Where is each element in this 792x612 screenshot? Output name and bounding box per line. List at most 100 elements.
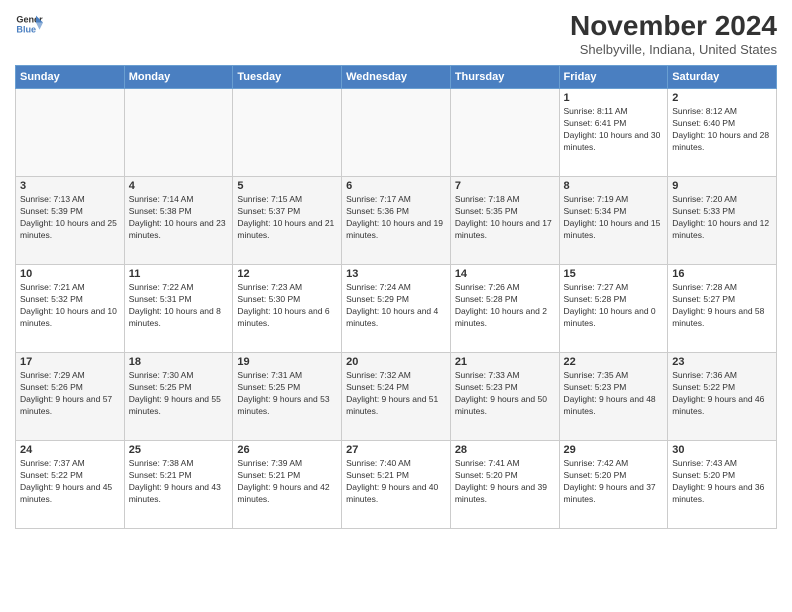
day-cell: 29 Sunrise: 7:42 AMSunset: 5:20 PMDayligh… <box>559 441 668 529</box>
col-header-sunday: Sunday <box>16 66 125 89</box>
day-number: 16 <box>672 268 772 280</box>
day-number: 24 <box>20 444 120 456</box>
day-cell: 10 Sunrise: 7:21 AMSunset: 5:32 PMDayligh… <box>16 265 125 353</box>
month-title: November 2024 <box>570 10 777 42</box>
day-cell: 2 Sunrise: 8:12 AMSunset: 6:40 PMDaylight… <box>668 89 777 177</box>
day-info: Sunrise: 7:19 AMSunset: 5:34 PMDaylight:… <box>564 194 664 242</box>
day-number: 8 <box>564 180 664 192</box>
day-info: Sunrise: 7:31 AMSunset: 5:25 PMDaylight:… <box>237 370 337 418</box>
day-cell: 19 Sunrise: 7:31 AMSunset: 5:25 PMDayligh… <box>233 353 342 441</box>
day-number: 5 <box>237 180 337 192</box>
calendar: SundayMondayTuesdayWednesdayThursdayFrid… <box>15 65 777 529</box>
day-number: 12 <box>237 268 337 280</box>
week-row-3: 10 Sunrise: 7:21 AMSunset: 5:32 PMDayligh… <box>16 265 777 353</box>
day-number: 7 <box>455 180 555 192</box>
day-cell: 24 Sunrise: 7:37 AMSunset: 5:22 PMDayligh… <box>16 441 125 529</box>
logo: General Blue <box>15 10 43 38</box>
day-number: 15 <box>564 268 664 280</box>
day-cell: 5 Sunrise: 7:15 AMSunset: 5:37 PMDaylight… <box>233 177 342 265</box>
day-cell: 16Sunrise: 7:28 AMSunset: 5:27 PMDayligh… <box>668 265 777 353</box>
svg-text:Blue: Blue <box>16 24 36 34</box>
day-number: 18 <box>129 356 229 368</box>
day-number: 17 <box>20 356 120 368</box>
day-cell: 17 Sunrise: 7:29 AMSunset: 5:26 PMDayligh… <box>16 353 125 441</box>
col-header-monday: Monday <box>124 66 233 89</box>
day-info: Sunrise: 7:30 AMSunset: 5:25 PMDaylight:… <box>129 370 229 418</box>
day-cell: 26Sunrise: 7:39 AMSunset: 5:21 PMDayligh… <box>233 441 342 529</box>
day-number: 14 <box>455 268 555 280</box>
day-cell: 7 Sunrise: 7:18 AMSunset: 5:35 PMDaylight… <box>450 177 559 265</box>
day-cell: 14 Sunrise: 7:26 AMSunset: 5:28 PMDayligh… <box>450 265 559 353</box>
day-info: Sunrise: 7:40 AMSunset: 5:21 PMDaylight:… <box>346 458 446 506</box>
day-info: Sunrise: 7:36 AMSunset: 5:22 PMDaylight:… <box>672 370 772 418</box>
day-info: Sunrise: 8:11 AMSunset: 6:41 PMDaylight:… <box>564 106 664 154</box>
day-number: 25 <box>129 444 229 456</box>
day-info: Sunrise: 7:35 AMSunset: 5:23 PMDaylight:… <box>564 370 664 418</box>
day-cell: 18 Sunrise: 7:30 AMSunset: 5:25 PMDayligh… <box>124 353 233 441</box>
week-row-4: 17 Sunrise: 7:29 AMSunset: 5:26 PMDayligh… <box>16 353 777 441</box>
title-section: November 2024 Shelbyville, Indiana, Unit… <box>570 10 777 57</box>
day-cell: 22 Sunrise: 7:35 AMSunset: 5:23 PMDayligh… <box>559 353 668 441</box>
day-number: 26 <box>237 444 337 456</box>
day-cell: 23 Sunrise: 7:36 AMSunset: 5:22 PMDayligh… <box>668 353 777 441</box>
day-cell: 1 Sunrise: 8:11 AMSunset: 6:41 PMDaylight… <box>559 89 668 177</box>
day-cell: 11Sunrise: 7:22 AMSunset: 5:31 PMDayligh… <box>124 265 233 353</box>
day-number: 3 <box>20 180 120 192</box>
day-cell <box>16 89 125 177</box>
day-info: Sunrise: 7:42 AMSunset: 5:20 PMDaylight:… <box>564 458 664 506</box>
day-cell: 15 Sunrise: 7:27 AMSunset: 5:28 PMDayligh… <box>559 265 668 353</box>
logo-icon: General Blue <box>15 10 43 38</box>
header: General Blue November 2024 Shelbyville, … <box>15 10 777 57</box>
day-info: Sunrise: 7:15 AMSunset: 5:37 PMDaylight:… <box>237 194 337 242</box>
day-number: 2 <box>672 92 772 104</box>
day-info: Sunrise: 7:27 AMSunset: 5:28 PMDaylight:… <box>564 282 664 330</box>
location: Shelbyville, Indiana, United States <box>570 42 777 57</box>
col-header-wednesday: Wednesday <box>342 66 451 89</box>
day-info: Sunrise: 7:32 AMSunset: 5:24 PMDaylight:… <box>346 370 446 418</box>
day-info: Sunrise: 7:37 AMSunset: 5:22 PMDaylight:… <box>20 458 120 506</box>
day-cell: 30Sunrise: 7:43 AMSunset: 5:20 PMDayligh… <box>668 441 777 529</box>
day-info: Sunrise: 7:14 AMSunset: 5:38 PMDaylight:… <box>129 194 229 242</box>
day-info: Sunrise: 7:22 AMSunset: 5:31 PMDaylight:… <box>129 282 229 330</box>
day-info: Sunrise: 7:38 AMSunset: 5:21 PMDaylight:… <box>129 458 229 506</box>
day-number: 28 <box>455 444 555 456</box>
day-number: 19 <box>237 356 337 368</box>
day-number: 1 <box>564 92 664 104</box>
col-header-tuesday: Tuesday <box>233 66 342 89</box>
day-cell: 9Sunrise: 7:20 AMSunset: 5:33 PMDaylight… <box>668 177 777 265</box>
day-info: Sunrise: 7:33 AMSunset: 5:23 PMDaylight:… <box>455 370 555 418</box>
day-number: 27 <box>346 444 446 456</box>
day-number: 21 <box>455 356 555 368</box>
day-info: Sunrise: 7:17 AMSunset: 5:36 PMDaylight:… <box>346 194 446 242</box>
day-info: Sunrise: 7:41 AMSunset: 5:20 PMDaylight:… <box>455 458 555 506</box>
day-info: Sunrise: 7:18 AMSunset: 5:35 PMDaylight:… <box>455 194 555 242</box>
day-number: 20 <box>346 356 446 368</box>
day-cell: 20 Sunrise: 7:32 AMSunset: 5:24 PMDayligh… <box>342 353 451 441</box>
day-info: Sunrise: 7:29 AMSunset: 5:26 PMDaylight:… <box>20 370 120 418</box>
day-cell <box>124 89 233 177</box>
day-cell <box>450 89 559 177</box>
day-info: Sunrise: 7:20 AMSunset: 5:33 PMDaylight:… <box>672 194 772 242</box>
day-cell: 12 Sunrise: 7:23 AMSunset: 5:30 PMDayligh… <box>233 265 342 353</box>
day-cell: 25 Sunrise: 7:38 AMSunset: 5:21 PMDayligh… <box>124 441 233 529</box>
day-info: Sunrise: 7:43 AMSunset: 5:20 PMDaylight:… <box>672 458 772 506</box>
day-number: 29 <box>564 444 664 456</box>
day-number: 22 <box>564 356 664 368</box>
day-number: 13 <box>346 268 446 280</box>
week-row-1: 1 Sunrise: 8:11 AMSunset: 6:41 PMDaylight… <box>16 89 777 177</box>
day-info: Sunrise: 7:23 AMSunset: 5:30 PMDaylight:… <box>237 282 337 330</box>
day-cell: 27 Sunrise: 7:40 AMSunset: 5:21 PMDayligh… <box>342 441 451 529</box>
day-info: Sunrise: 7:13 AMSunset: 5:39 PMDaylight:… <box>20 194 120 242</box>
day-info: Sunrise: 7:26 AMSunset: 5:28 PMDaylight:… <box>455 282 555 330</box>
day-number: 4 <box>129 180 229 192</box>
day-number: 10 <box>20 268 120 280</box>
day-info: Sunrise: 7:21 AMSunset: 5:32 PMDaylight:… <box>20 282 120 330</box>
week-row-5: 24 Sunrise: 7:37 AMSunset: 5:22 PMDayligh… <box>16 441 777 529</box>
day-number: 23 <box>672 356 772 368</box>
day-number: 6 <box>346 180 446 192</box>
day-cell <box>342 89 451 177</box>
week-row-2: 3 Sunrise: 7:13 AMSunset: 5:39 PMDaylight… <box>16 177 777 265</box>
day-info: Sunrise: 8:12 AMSunset: 6:40 PMDaylight:… <box>672 106 772 154</box>
day-info: Sunrise: 7:24 AMSunset: 5:29 PMDaylight:… <box>346 282 446 330</box>
day-cell <box>233 89 342 177</box>
